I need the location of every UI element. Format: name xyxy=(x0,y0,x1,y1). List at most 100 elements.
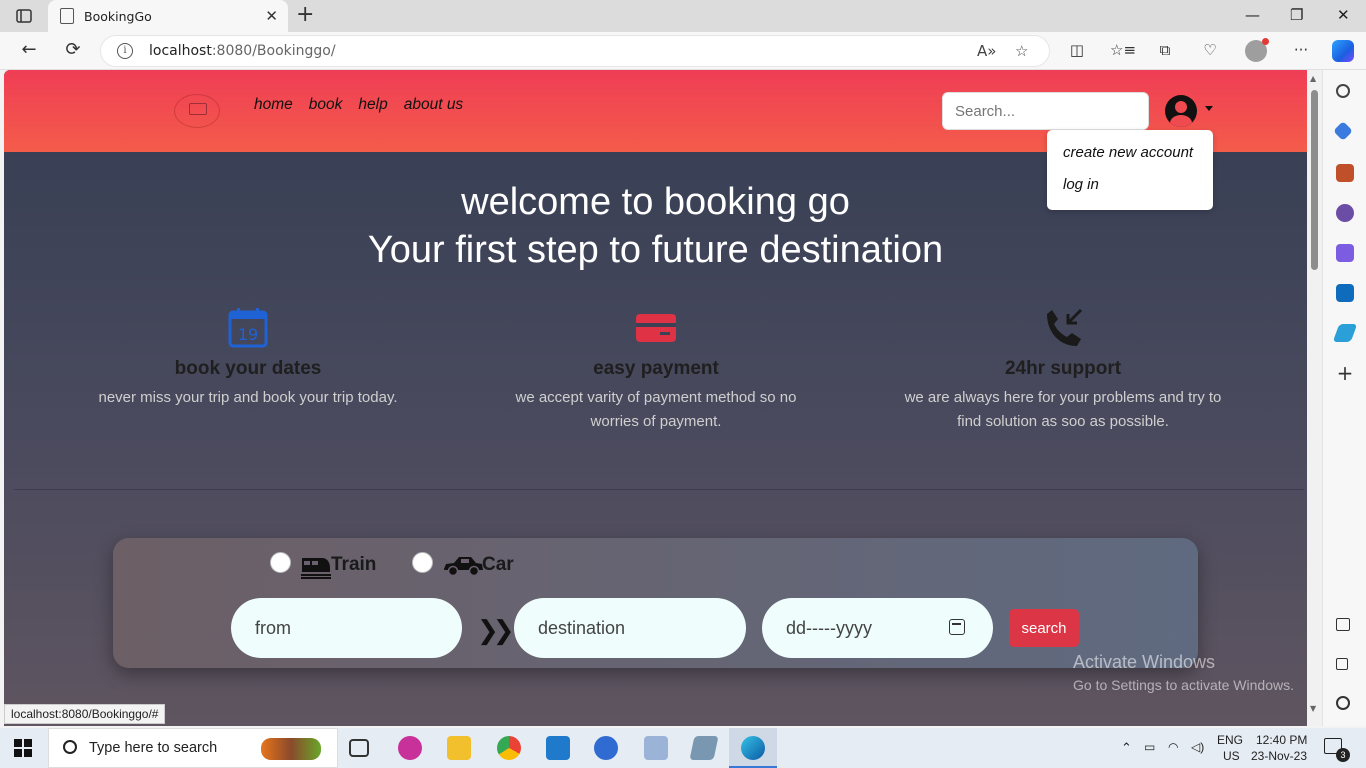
sidebar-settings-icon[interactable] xyxy=(1336,696,1350,710)
edge-active-slot[interactable] xyxy=(729,728,777,768)
nav-home-link[interactable]: home xyxy=(254,96,293,114)
file-explorer-icon[interactable] xyxy=(447,736,471,760)
nav-book-link[interactable]: book xyxy=(309,96,343,114)
date-input[interactable]: dd-----yyyy xyxy=(762,598,993,658)
car-radio[interactable] xyxy=(412,552,433,573)
sidebar-add-icon[interactable]: + xyxy=(1336,363,1354,383)
page-scrollbar[interactable]: ▲ ▼ xyxy=(1307,70,1322,726)
close-window-button[interactable]: ✕ xyxy=(1337,6,1350,24)
address-bar-row: ← ⟳ i localhost:8080/Bookinggo/ A» ☆ ◫ ☆… xyxy=(0,32,1366,70)
car-icon xyxy=(444,557,483,577)
train-radio[interactable] xyxy=(270,552,291,573)
wifi-icon[interactable]: ◠ xyxy=(1168,740,1178,754)
language-indicator[interactable]: ENG xyxy=(1217,733,1243,747)
site-logo[interactable] xyxy=(174,94,220,128)
task-view-icon[interactable] xyxy=(349,739,369,757)
profile-avatar[interactable] xyxy=(1245,38,1269,62)
url-path: :8080/Bookinggo/ xyxy=(211,43,336,59)
read-aloud-icon[interactable]: A» xyxy=(977,42,996,60)
chrome-icon[interactable] xyxy=(497,736,521,760)
section-divider xyxy=(14,489,1304,490)
feature-description: we are always here for your problems and… xyxy=(904,389,1222,430)
sidebar-tools-icon[interactable] xyxy=(1336,164,1354,182)
edge-sidebar: + xyxy=(1322,70,1366,726)
sidebar-m365-icon[interactable] xyxy=(1336,244,1354,262)
credit-card-icon xyxy=(634,306,678,350)
minimize-button[interactable]: — xyxy=(1245,6,1260,24)
train-label[interactable]: Train xyxy=(331,554,376,576)
scroll-up-icon[interactable]: ▲ xyxy=(1310,74,1316,83)
url-field[interactable]: i localhost:8080/Bookinggo/ A» ☆ xyxy=(100,35,1050,67)
feature-title: 24hr support xyxy=(1004,358,1122,379)
date-placeholder: dd-----yyyy xyxy=(786,617,872,638)
sidebar-tag-icon[interactable] xyxy=(1333,121,1353,141)
favorite-star-icon[interactable]: ☆ xyxy=(1015,42,1028,60)
sidebar-external-icon[interactable] xyxy=(1336,658,1348,670)
notepad-app-icon[interactable] xyxy=(689,736,719,760)
sidebar-outlook-icon[interactable] xyxy=(1336,284,1354,302)
region-indicator[interactable]: US xyxy=(1223,749,1240,763)
clock-date[interactable]: 23-Nov-23 xyxy=(1251,749,1307,763)
calendar-picker-icon[interactable] xyxy=(949,619,965,635)
sidebar-games-icon[interactable] xyxy=(1336,204,1354,222)
car-label[interactable]: Car xyxy=(482,554,514,576)
clock-time[interactable]: 12:40 PM xyxy=(1256,733,1307,747)
nav-help-link[interactable]: help xyxy=(358,96,387,114)
windows-taskbar: Type here to search ⌃ ▭ ◠ ◁) ENG US 12:4… xyxy=(0,728,1366,768)
site-info-icon[interactable]: i xyxy=(117,43,133,59)
calendar-icon: 19 xyxy=(226,306,270,350)
user-account-icon[interactable] xyxy=(1165,95,1197,127)
edge-icon xyxy=(741,736,765,760)
favorites-icon[interactable]: ☆≡ xyxy=(1110,41,1136,61)
maximize-button[interactable]: ❐ xyxy=(1290,6,1303,24)
taskbar-search-box[interactable]: Type here to search xyxy=(48,728,338,768)
tab-actions-icon[interactable] xyxy=(10,6,38,26)
sidebar-panel-icon[interactable] xyxy=(1336,618,1350,631)
from-input[interactable]: from xyxy=(231,598,462,658)
page-favicon-icon xyxy=(60,8,74,24)
hero-title: welcome to booking go xyxy=(461,181,850,223)
feature-support: 24hr support we are always here for your… xyxy=(903,306,1223,434)
nav-about-link[interactable]: about us xyxy=(404,96,463,114)
collections-icon[interactable]: ⧉ xyxy=(1154,41,1176,61)
taskbar-search-placeholder: Type here to search xyxy=(89,740,218,756)
start-button[interactable] xyxy=(14,739,32,757)
vscode-icon[interactable] xyxy=(546,736,570,760)
copilot-icon[interactable] xyxy=(1332,40,1354,62)
split-screen-icon[interactable]: ◫ xyxy=(1066,41,1088,61)
browser-tab[interactable]: BookingGo ✕ xyxy=(48,0,288,32)
browser-tab-bar: BookingGo ✕ + — ❐ ✕ xyxy=(0,0,1366,32)
virtualbox-icon[interactable] xyxy=(644,736,668,760)
wps-office-icon[interactable] xyxy=(398,736,422,760)
tab-title: BookingGo xyxy=(84,8,152,24)
new-tab-button[interactable]: + xyxy=(296,4,314,26)
feature-easy-payment: easy payment we accept varity of payment… xyxy=(496,306,816,434)
back-button[interactable]: ← xyxy=(16,39,42,63)
feature-description: never miss your trip and book your trip … xyxy=(98,389,398,406)
browser-essentials-icon[interactable]: ♡ xyxy=(1199,41,1221,61)
settings-more-icon[interactable]: ··· xyxy=(1290,41,1312,61)
tray-chevron-icon[interactable]: ⌃ xyxy=(1121,740,1132,756)
scroll-thumb[interactable] xyxy=(1311,90,1318,270)
create-account-item[interactable]: create new account xyxy=(1063,144,1193,161)
reload-button[interactable]: ⟳ xyxy=(60,39,86,63)
account-caret-icon[interactable] xyxy=(1205,106,1213,111)
tab-close-button[interactable]: ✕ xyxy=(265,9,278,24)
battery-icon[interactable]: ▭ xyxy=(1144,740,1155,754)
link-status-bar: localhost:8080/Bookinggo/# xyxy=(4,704,166,724)
hero-subtitle: Your first step to future destination xyxy=(367,229,944,271)
sidebar-search-icon[interactable] xyxy=(1336,84,1350,98)
feature-book-dates: 19 book your dates never miss your trip … xyxy=(88,306,408,410)
search-icon xyxy=(63,740,77,754)
booking-form: Train Car from ❯❯ destination dd-----yyy… xyxy=(113,538,1198,668)
app-installer-icon[interactable] xyxy=(594,736,618,760)
activate-windows-watermark: Activate Windows Go to Settings to activ… xyxy=(1073,652,1294,693)
watermark-subtitle: Go to Settings to activate Windows. xyxy=(1073,677,1294,693)
scroll-down-icon[interactable]: ▼ xyxy=(1310,704,1316,713)
destination-input[interactable]: destination xyxy=(514,598,746,658)
site-search-input[interactable] xyxy=(942,92,1149,130)
feature-description: we accept varity of payment method so no… xyxy=(515,389,797,430)
sidebar-send-icon[interactable] xyxy=(1332,324,1358,342)
volume-icon[interactable]: ◁) xyxy=(1191,740,1204,754)
search-button[interactable]: search xyxy=(1009,609,1079,647)
